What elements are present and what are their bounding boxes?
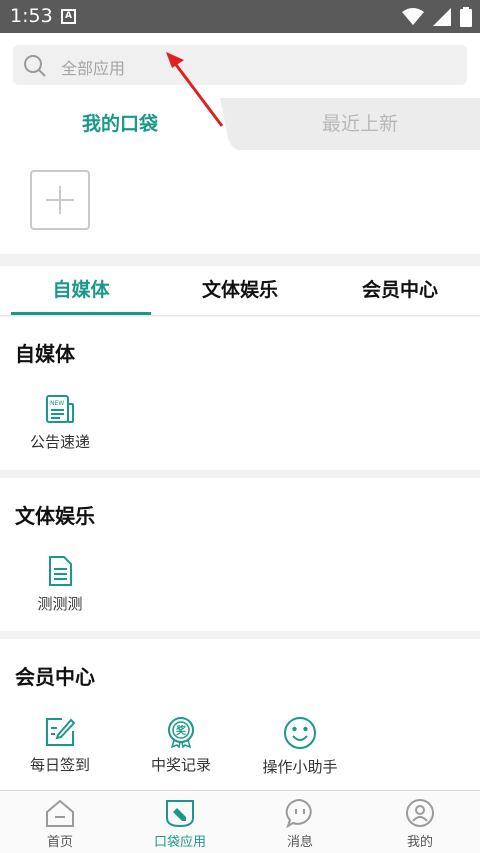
nav-messages[interactable]: 消息 xyxy=(240,791,360,853)
app-label: 中奖记录 xyxy=(150,756,211,774)
app-prize-records[interactable]: 奖 中奖记录 xyxy=(131,716,231,775)
status-icons xyxy=(398,6,472,28)
pocket-apps-icon xyxy=(166,800,194,828)
search-icon xyxy=(24,55,46,77)
wifi-icon xyxy=(401,7,424,25)
search-input[interactable]: 全部应用 xyxy=(13,45,467,85)
status-bar: 1:53 A xyxy=(0,0,480,33)
smiley-icon xyxy=(284,717,316,749)
app-label: 测测测 xyxy=(37,595,83,613)
signal-icon xyxy=(432,7,451,26)
tab-self-media[interactable]: 自媒体 xyxy=(11,266,151,316)
newspaper-icon: NEW xyxy=(46,395,74,423)
document-icon xyxy=(49,556,72,586)
active-tab-indicator xyxy=(11,312,151,315)
tab-culture-sports[interactable]: 文体娱乐 xyxy=(170,266,310,316)
pocket-content xyxy=(0,150,480,254)
tab-member-center[interactable]: 会员中心 xyxy=(330,266,470,316)
nav-label: 口袋应用 xyxy=(153,835,206,850)
app-label: 公告速递 xyxy=(29,433,90,451)
nav-label: 我的 xyxy=(406,835,433,850)
bottom-nav: 首页 口袋应用 消息 我的 xyxy=(0,790,480,853)
section-title: 文体娱乐 xyxy=(15,504,95,528)
pocket-tabs: 我的口袋 最近上新 xyxy=(0,98,480,150)
home-icon xyxy=(46,799,74,827)
section-title: 会员中心 xyxy=(15,665,95,689)
app-label: 每日签到 xyxy=(29,756,90,774)
nav-profile[interactable]: 我的 xyxy=(360,791,480,853)
app-announcement[interactable]: NEW 公告速递 xyxy=(10,393,110,452)
nav-home[interactable]: 首页 xyxy=(0,791,120,853)
search-placeholder: 全部应用 xyxy=(61,59,126,78)
app-label: 操作小助手 xyxy=(262,758,338,776)
section-self-media: 自媒体 NEW 公告速递 xyxy=(0,317,480,470)
status-time: 1:53 xyxy=(10,5,53,27)
svg-text:奖: 奖 xyxy=(176,724,187,737)
section-member-center: 会员中心 每日签到 奖 中奖记录 操作小助手 xyxy=(0,639,480,790)
category-tabs: 自媒体 文体娱乐 会员中心 xyxy=(0,266,480,316)
message-icon xyxy=(285,798,312,828)
section-title: 自媒体 xyxy=(15,342,75,366)
annotation-arrow xyxy=(166,52,224,127)
notification-a-icon: A xyxy=(61,9,76,24)
sign-in-icon xyxy=(46,718,76,746)
add-app-button[interactable] xyxy=(30,170,90,230)
svg-text:NEW: NEW xyxy=(50,400,64,407)
section-culture-sports: 文体娱乐 测测测 xyxy=(0,478,480,631)
tab-recently-added[interactable]: 最近上新 xyxy=(240,98,480,150)
nav-label: 首页 xyxy=(46,835,73,850)
battery-icon xyxy=(460,6,472,27)
app-assistant[interactable]: 操作小助手 xyxy=(250,716,350,777)
profile-icon xyxy=(406,799,434,827)
award-icon: 奖 xyxy=(168,717,194,748)
search-area: 全部应用 xyxy=(0,33,480,98)
app-quiz[interactable]: 测测测 xyxy=(10,555,110,614)
nav-pocket-apps[interactable]: 口袋应用 xyxy=(120,791,240,853)
app-daily-sign-in[interactable]: 每日签到 xyxy=(10,716,110,775)
nav-label: 消息 xyxy=(286,835,313,850)
